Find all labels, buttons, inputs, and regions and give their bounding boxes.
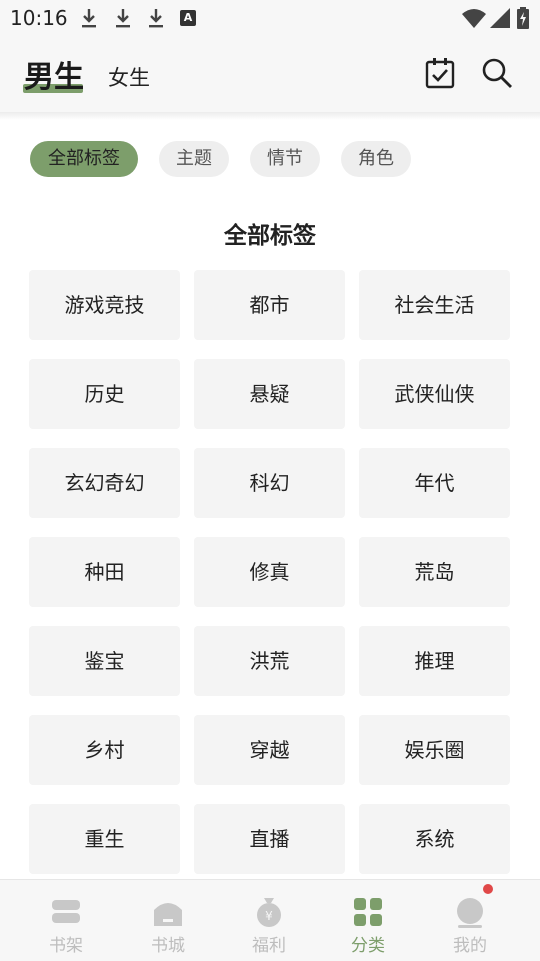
filter-chip-row: 全部标签 主题 情节 角色 <box>0 141 540 177</box>
tag-item[interactable]: 种田 <box>29 537 180 607</box>
battery-icon <box>517 7 529 29</box>
tag-item[interactable]: 娱乐圈 <box>359 715 510 785</box>
tag-item[interactable]: 都市 <box>194 270 345 340</box>
nav-label: 我的 <box>453 936 487 956</box>
header-divider <box>0 112 540 120</box>
status-bar: 10:16 A <box>0 0 540 36</box>
download-icon <box>116 9 130 28</box>
tag-item[interactable]: 武侠仙侠 <box>359 359 510 429</box>
nav-category[interactable]: 分类 <box>314 880 422 961</box>
bookshelf-icon <box>52 900 80 923</box>
tag-item[interactable]: 洪荒 <box>194 626 345 696</box>
tag-item[interactable]: 推理 <box>359 626 510 696</box>
download-icon <box>82 9 96 28</box>
money-bag-icon: ¥ <box>257 898 281 927</box>
tag-item[interactable]: 历史 <box>29 359 180 429</box>
tab-female[interactable]: 女生 <box>108 62 150 92</box>
checkin-calendar-icon[interactable] <box>425 57 455 89</box>
status-time: 10:16 <box>10 6 68 30</box>
tag-item[interactable]: 鉴宝 <box>29 626 180 696</box>
nav-label: 分类 <box>351 936 385 956</box>
nav-label: 书城 <box>151 936 185 956</box>
category-grid-icon <box>354 898 382 926</box>
search-icon[interactable] <box>481 57 513 89</box>
a-notification-icon: A <box>180 10 196 26</box>
tag-item[interactable]: 修真 <box>194 537 345 607</box>
tag-item[interactable]: 悬疑 <box>194 359 345 429</box>
tag-item[interactable]: 穿越 <box>194 715 345 785</box>
tag-item[interactable]: 直播 <box>194 804 345 874</box>
nav-profile[interactable]: 我的 <box>416 880 524 961</box>
tag-item[interactable]: 科幻 <box>194 448 345 518</box>
bottom-nav: 书架 书城 ¥ 福利 分类 我的 <box>0 879 540 961</box>
bookstore-icon <box>154 903 182 926</box>
nav-label: 福利 <box>252 936 286 956</box>
tag-item[interactable]: 社会生活 <box>359 270 510 340</box>
nav-bookshelf[interactable]: 书架 <box>12 880 120 961</box>
nav-label: 书架 <box>49 936 83 956</box>
tag-item[interactable]: 系统 <box>359 804 510 874</box>
profile-icon <box>457 898 483 928</box>
tag-item[interactable]: 年代 <box>359 448 510 518</box>
nav-bookstore[interactable]: 书城 <box>114 880 222 961</box>
section-title: 全部标签 <box>224 223 316 249</box>
tab-male[interactable]: 男生 <box>24 52 84 96</box>
chip-plot[interactable]: 情节 <box>250 141 320 177</box>
chip-all-tags[interactable]: 全部标签 <box>30 141 138 177</box>
tag-item[interactable]: 玄幻奇幻 <box>29 448 180 518</box>
signal-icon <box>490 8 510 28</box>
top-header: 男生 女生 <box>0 36 540 112</box>
notification-badge-dot <box>483 884 493 894</box>
tag-item[interactable]: 重生 <box>29 804 180 874</box>
nav-welfare[interactable]: ¥ 福利 <box>215 880 323 961</box>
wifi-icon <box>462 9 486 28</box>
tag-item[interactable]: 荒岛 <box>359 537 510 607</box>
chip-theme[interactable]: 主题 <box>159 141 229 177</box>
tag-item[interactable]: 乡村 <box>29 715 180 785</box>
chip-role[interactable]: 角色 <box>341 141 411 177</box>
svg-text:¥: ¥ <box>265 909 273 923</box>
tag-item[interactable]: 游戏竞技 <box>29 270 180 340</box>
download-icon <box>149 9 163 28</box>
